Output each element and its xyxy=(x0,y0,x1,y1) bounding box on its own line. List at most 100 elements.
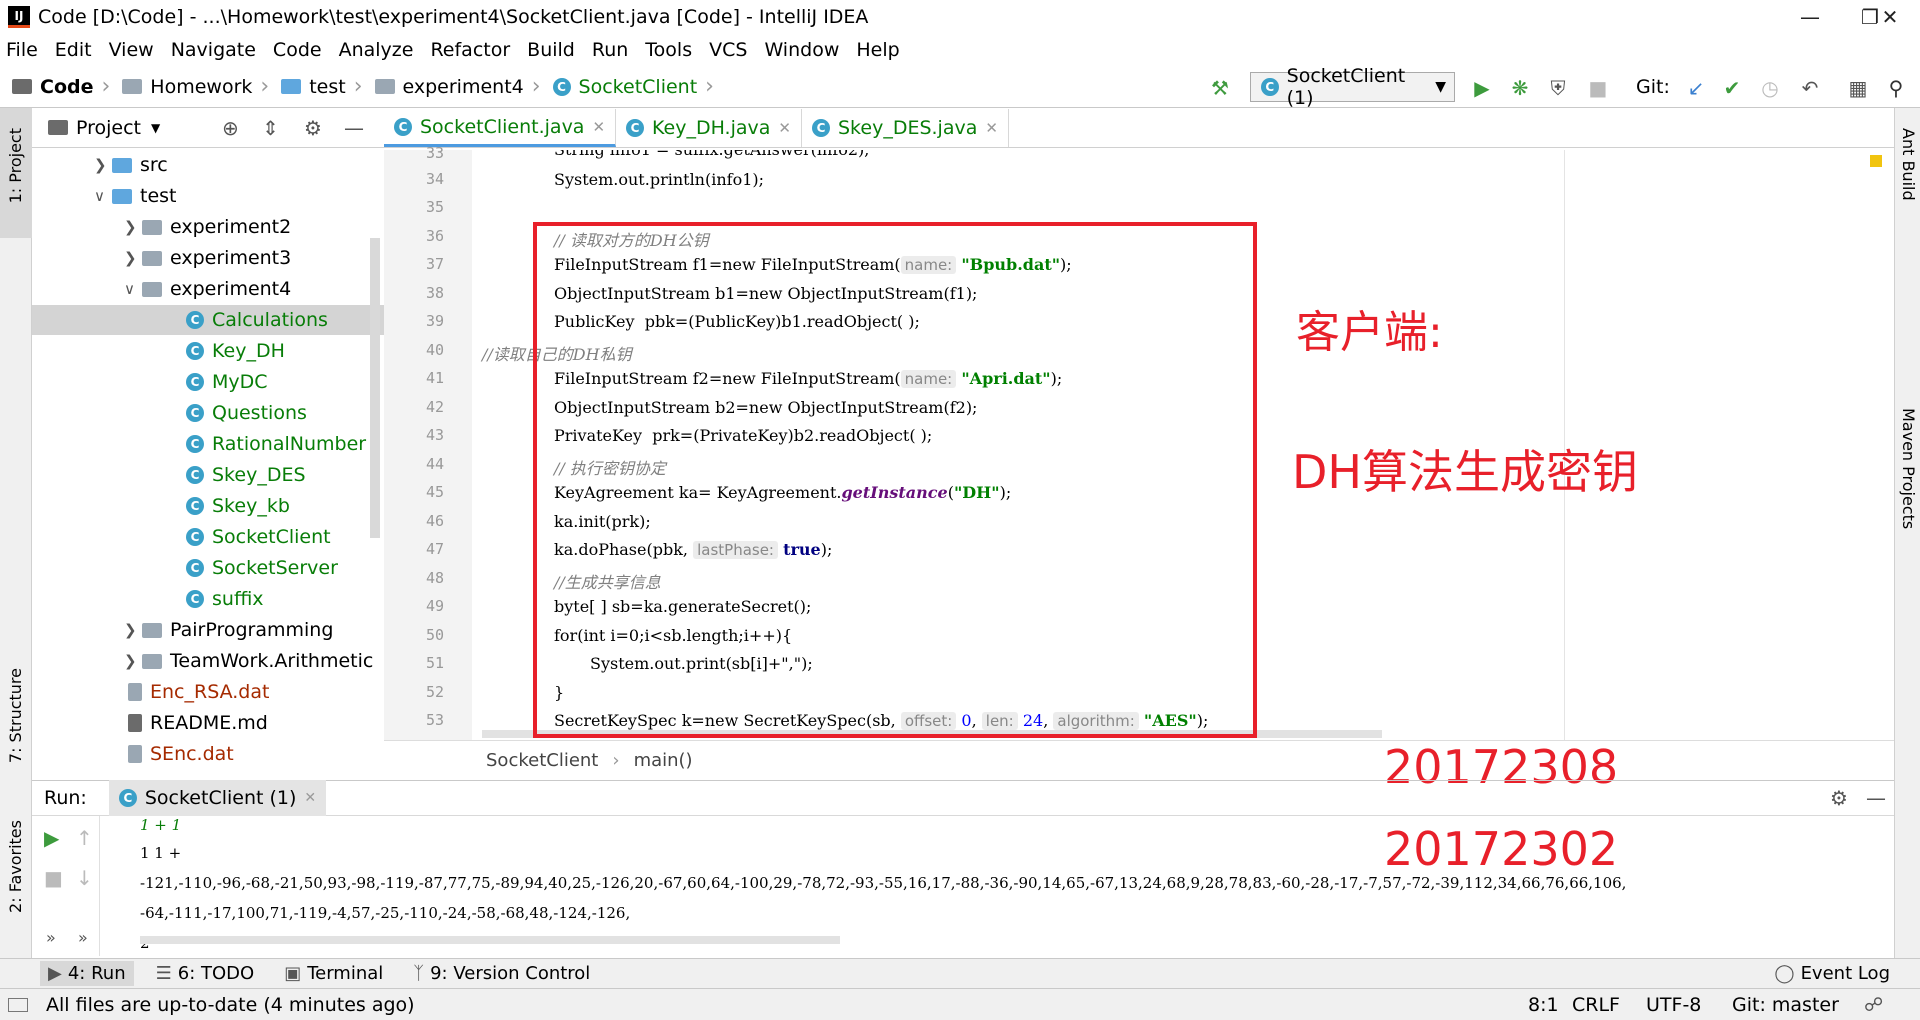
close-tab-icon[interactable]: ✕ xyxy=(985,119,998,137)
tree-item[interactable]: ∨ test xyxy=(94,181,177,211)
line-separator-select[interactable]: CRLF xyxy=(1572,994,1620,1016)
tree-item[interactable]: README.md xyxy=(128,708,268,738)
coverage-icon[interactable]: ⛨ xyxy=(1546,76,1570,100)
menu-vcs[interactable]: VCS xyxy=(709,39,747,61)
tree-scrollbar[interactable] xyxy=(370,238,380,538)
hide-icon[interactable]: — xyxy=(344,116,364,140)
tree-item[interactable]: C MyDC xyxy=(186,367,268,397)
tab-key-dh[interactable]: C Key_DH.java ✕ xyxy=(616,109,802,147)
todo-tool-button[interactable]: ☰ 6: TODO xyxy=(156,963,255,984)
breadcrumb-method[interactable]: main() xyxy=(634,750,693,771)
project-tool-button[interactable]: 1: Project xyxy=(6,128,25,203)
caret-position[interactable]: 8:1 xyxy=(1528,994,1559,1016)
tree-item[interactable]: SEnc.dat xyxy=(128,739,234,769)
structure-tool-button[interactable]: 7: Structure xyxy=(6,668,25,763)
breadcrumb-class[interactable]: SocketClient xyxy=(486,750,598,771)
run-tool-button[interactable]: ▶ 4: Run xyxy=(40,961,134,986)
chevron-down-icon[interactable]: ∨ xyxy=(94,187,112,205)
tree-item[interactable]: ❯ experiment3 xyxy=(124,243,291,273)
tree-item[interactable]: C SocketClient xyxy=(186,522,331,552)
gear-icon[interactable]: ⚙ xyxy=(1830,786,1848,810)
collapse-icon[interactable]: ⇕ xyxy=(262,116,279,140)
run-icon[interactable]: ▶ xyxy=(1470,76,1494,100)
run-tab[interactable]: C SocketClient (1) ✕ xyxy=(108,780,327,816)
lock-icon[interactable]: ☍ xyxy=(1864,994,1883,1016)
maven-tool-button[interactable]: Maven Projects xyxy=(1899,408,1918,529)
menu-refactor[interactable]: Refactor xyxy=(430,39,510,61)
event-log-button[interactable]: ◯ Event Log xyxy=(1774,963,1890,984)
menu-window[interactable]: Window xyxy=(764,39,839,61)
tree-item[interactable]: C Key_DH xyxy=(186,336,285,366)
more-icon[interactable]: » xyxy=(78,928,88,947)
history-icon[interactable]: ◷ xyxy=(1758,76,1782,100)
tree-item[interactable]: ❯ src xyxy=(94,150,168,180)
menu-build[interactable]: Build xyxy=(527,39,575,61)
menu-analyze[interactable]: Analyze xyxy=(339,39,414,61)
close-tab-icon[interactable]: ✕ xyxy=(778,119,791,137)
tree-item[interactable]: ❯ experiment2 xyxy=(124,212,291,242)
chevron-right-icon[interactable]: ❯ xyxy=(94,156,112,174)
chevron-right-icon[interactable]: ❯ xyxy=(124,652,142,670)
tree-item[interactable]: Enc_RSA.dat xyxy=(128,677,269,707)
breadcrumb-item[interactable]: Code › xyxy=(12,74,110,99)
favorites-tool-button[interactable]: 2: Favorites xyxy=(6,820,25,913)
ant-build-tool-button[interactable]: Ant Build xyxy=(1899,128,1918,201)
minimize-button[interactable]: — xyxy=(1780,0,1840,34)
tree-item[interactable]: ∨ experiment4 xyxy=(124,274,291,304)
tree-item[interactable]: C Skey_DES xyxy=(186,460,306,490)
gear-icon[interactable]: ⚙ xyxy=(304,116,322,140)
menu-view[interactable]: View xyxy=(109,39,154,61)
menu-edit[interactable]: Edit xyxy=(55,39,92,61)
warning-marker-icon[interactable] xyxy=(1870,155,1882,167)
revert-icon[interactable]: ↶ xyxy=(1798,76,1822,100)
hide-icon[interactable]: — xyxy=(1866,786,1886,810)
menu-run[interactable]: Run xyxy=(592,39,628,61)
menu-code[interactable]: Code xyxy=(273,39,322,61)
tab-socketclient[interactable]: C SocketClient.java ✕ xyxy=(384,109,617,147)
toggle-tool-windows-icon[interactable] xyxy=(8,997,28,1012)
console-scrollbar[interactable] xyxy=(140,936,840,944)
breadcrumb-item[interactable]: test › xyxy=(281,74,363,99)
breadcrumb-item[interactable]: experiment4 › xyxy=(374,74,541,99)
chevron-right-icon[interactable]: ❯ xyxy=(124,249,142,267)
down-arrow-icon[interactable]: ↓ xyxy=(76,866,93,890)
tree-item[interactable]: C RationalNumber xyxy=(186,429,366,459)
menu-tools[interactable]: Tools xyxy=(645,39,692,61)
rerun-icon[interactable]: ▶ xyxy=(44,826,59,850)
tree-item[interactable]: C Skey_kb xyxy=(186,491,290,521)
terminal-tool-button[interactable]: ▣ Terminal xyxy=(284,963,383,984)
tab-skey-des[interactable]: C Skey_DES.java ✕ xyxy=(802,109,1009,147)
stop-icon[interactable]: ■ xyxy=(1586,76,1610,100)
tree-item[interactable]: C SocketServer xyxy=(186,553,338,583)
tree-item[interactable]: C Calculations xyxy=(32,305,384,335)
console-output[interactable]: 1 + 1 1 1 + -121,-110,-96,-68,-21,50,93,… xyxy=(100,816,1894,956)
search-icon[interactable]: ⚲ xyxy=(1884,76,1908,100)
tree-item[interactable]: ❯ TeamWork.Arithmetic xyxy=(124,646,373,676)
tree-item[interactable]: Csuffix xyxy=(186,584,264,614)
menu-help[interactable]: Help xyxy=(856,39,899,61)
encoding-select[interactable]: UTF-8 xyxy=(1646,994,1701,1016)
build-hammer-icon[interactable]: ⚒ xyxy=(1208,76,1232,100)
close-tab-icon[interactable]: ✕ xyxy=(304,790,316,806)
chevron-right-icon[interactable]: ❯ xyxy=(124,621,142,639)
debug-icon[interactable]: ❋ xyxy=(1508,76,1532,100)
project-panel-title[interactable]: Project xyxy=(76,117,141,139)
chevron-down-icon[interactable]: ▼ xyxy=(151,121,160,135)
stop-icon[interactable]: ■ xyxy=(44,866,63,890)
more-icon[interactable]: » xyxy=(46,928,56,947)
project-structure-icon[interactable]: ▦ xyxy=(1846,76,1870,100)
menu-navigate[interactable]: Navigate xyxy=(171,39,256,61)
locate-icon[interactable]: ⊕ xyxy=(222,116,239,140)
tree-item[interactable]: ❯ PairProgramming xyxy=(124,615,333,645)
chevron-down-icon[interactable]: ∨ xyxy=(124,280,142,298)
chevron-right-icon[interactable]: ❯ xyxy=(124,218,142,236)
menu-file[interactable]: File xyxy=(6,39,38,61)
run-configuration-select[interactable]: C SocketClient (1) ▼ xyxy=(1250,65,1455,109)
git-update-icon[interactable]: ↙ xyxy=(1684,76,1708,100)
close-button[interactable]: ✕ xyxy=(1860,0,1920,34)
breadcrumb-item[interactable]: Homework › xyxy=(122,74,269,99)
version-control-tool-button[interactable]: ᛉ 9: Version Control xyxy=(413,963,590,984)
git-commit-icon[interactable]: ✔ xyxy=(1720,76,1744,100)
up-arrow-icon[interactable]: ↑ xyxy=(76,826,93,850)
close-tab-icon[interactable]: ✕ xyxy=(592,118,605,136)
